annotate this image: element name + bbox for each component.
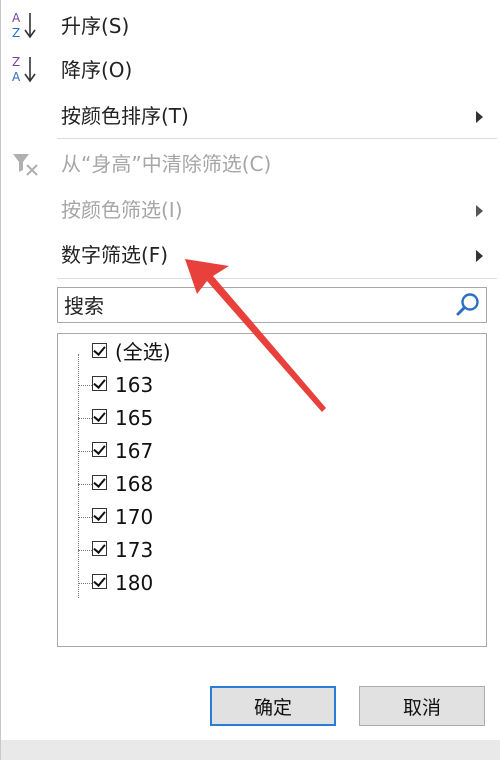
checkmark-icon (93, 376, 106, 389)
search-icon[interactable] (455, 292, 481, 318)
number-filter-item[interactable]: 数字筛选(F) (1, 233, 500, 277)
sort-descending-icon: Z A (12, 55, 36, 84)
sort-ascending-item[interactable]: A Z 升序(S) (1, 4, 500, 48)
sort-ascending-label: 升序(S) (61, 14, 130, 38)
filter-dropdown-menu: A Z 升序(S) Z A 降序(O) 按颜色排序(T) 从“身高”中清除筛选(… (0, 0, 500, 760)
number-filter-label: 数字筛选(F) (61, 243, 169, 267)
checkmark-icon (93, 508, 106, 521)
filter-values-list: (全选) 163 165 167 168 170 173 180 (57, 333, 487, 647)
search-box (57, 287, 487, 323)
clear-filter-label: 从“身高”中清除筛选(C) (61, 152, 272, 176)
list-item-label: 167 (115, 439, 154, 463)
checkbox[interactable] (92, 574, 107, 589)
submenu-arrow-icon (476, 205, 483, 217)
checkbox[interactable] (92, 409, 107, 424)
list-item-label: 173 (115, 538, 154, 562)
list-item-label: 163 (115, 373, 154, 397)
list-item-select-all[interactable]: (全选) (58, 336, 478, 368)
menu-separator (57, 138, 497, 139)
checkbox[interactable] (92, 442, 107, 457)
checkbox[interactable] (92, 343, 107, 358)
filter-by-color-label: 按颜色筛选(I) (61, 198, 183, 222)
checkmark-icon (93, 343, 106, 356)
checkmark-icon (93, 409, 106, 422)
ok-button[interactable]: 确定 (210, 686, 336, 726)
list-item[interactable]: 167 (58, 435, 478, 467)
sort-desc-icon-top: Z (12, 55, 20, 69)
list-item[interactable]: 180 (58, 567, 478, 599)
sort-descending-item[interactable]: Z A 降序(O) (1, 48, 500, 92)
checkbox[interactable] (92, 508, 107, 523)
submenu-arrow-icon (476, 111, 483, 123)
clear-filter-icon (13, 154, 38, 176)
sort-ascending-icon: A Z (12, 11, 36, 40)
list-item-label: 170 (115, 505, 154, 529)
sort-asc-icon-top: A (12, 11, 21, 25)
cancel-button[interactable]: 取消 (359, 686, 485, 726)
checkmark-icon (93, 475, 106, 488)
submenu-arrow-icon (476, 250, 483, 262)
search-input[interactable] (62, 290, 446, 322)
list-item-label: 168 (115, 472, 154, 496)
checkmark-icon (93, 574, 106, 587)
sort-by-color-label: 按颜色排序(T) (61, 104, 189, 128)
list-item-label: 180 (115, 571, 154, 595)
clear-filter-item[interactable]: 从“身高”中清除筛选(C) (1, 142, 500, 186)
list-item[interactable]: 165 (58, 402, 478, 434)
sort-by-color-item[interactable]: 按颜色排序(T) (1, 94, 500, 138)
checkmark-icon (93, 541, 106, 554)
menu-separator (57, 278, 497, 279)
list-item-label: (全选) (115, 340, 171, 364)
list-item[interactable]: 170 (58, 501, 478, 533)
list-item[interactable]: 163 (58, 369, 478, 401)
sort-descending-label: 降序(O) (61, 58, 133, 82)
list-item[interactable]: 168 (58, 468, 478, 500)
list-item[interactable]: 173 (58, 534, 478, 566)
sort-asc-icon-bottom: Z (12, 26, 20, 40)
checkbox[interactable] (92, 541, 107, 556)
dialog-footer-strip (1, 740, 500, 760)
checkbox[interactable] (92, 376, 107, 391)
sort-desc-icon-bottom: A (12, 70, 21, 84)
checkmark-icon (93, 442, 106, 455)
checkbox[interactable] (92, 475, 107, 490)
filter-by-color-item[interactable]: 按颜色筛选(I) (1, 188, 500, 232)
list-item-label: 165 (115, 406, 154, 430)
